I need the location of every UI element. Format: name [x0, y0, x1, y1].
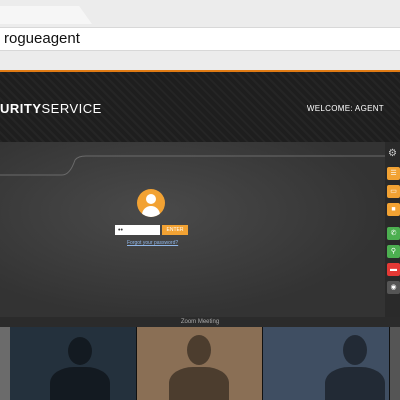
side-button-list[interactable]: ☰ — [387, 167, 400, 180]
brand-partial: URITY — [0, 101, 42, 116]
zoom-meeting-label: Zoom Meeting — [0, 317, 400, 327]
brand-rest: SERVICE — [41, 101, 102, 116]
side-button-location[interactable]: ◉ — [387, 281, 400, 294]
welcome-text: WELCOME: AGENT — [306, 104, 384, 113]
car-icon: ▬ — [390, 266, 397, 273]
video-tile-1[interactable] — [10, 327, 136, 400]
search-icon: ⚲ — [390, 248, 397, 255]
side-button-monitor[interactable]: ▭ — [387, 185, 400, 198]
video-tile-2[interactable] — [137, 327, 262, 400]
side-button-camera[interactable]: ■ — [387, 203, 400, 216]
video-tile-3[interactable] — [263, 327, 389, 400]
location-icon: ◉ — [390, 284, 397, 291]
side-button-phone[interactable]: ✆ — [387, 227, 400, 240]
brand-logo: URITYSERVICE — [0, 101, 102, 116]
user-avatar-icon — [137, 189, 165, 217]
address-bar[interactable]: rogueagent — [0, 27, 400, 51]
enter-button[interactable]: ENTER — [162, 225, 188, 235]
side-button-search[interactable]: ⚲ — [387, 245, 400, 258]
video-tile-edge-left — [0, 327, 10, 400]
camera-icon: ■ — [391, 206, 396, 213]
browser-tab[interactable] — [0, 6, 92, 24]
app-header: URITYSERVICE WELCOME: AGENT — [0, 70, 400, 142]
list-icon: ☰ — [390, 170, 397, 177]
gear-icon[interactable]: ⚙ — [388, 149, 398, 159]
panel-decor-line — [0, 155, 385, 176]
forgot-password-link[interactable]: Forgot your password? — [127, 240, 178, 246]
password-input[interactable] — [115, 225, 160, 235]
phone-icon: ✆ — [390, 230, 397, 237]
address-text[interactable]: rogueagent — [4, 30, 80, 47]
video-tile-edge-right — [390, 327, 400, 400]
browser-chrome: rogueagent — [0, 0, 400, 70]
side-button-car[interactable]: ▬ — [387, 263, 400, 276]
monitor-icon: ▭ — [390, 188, 397, 195]
